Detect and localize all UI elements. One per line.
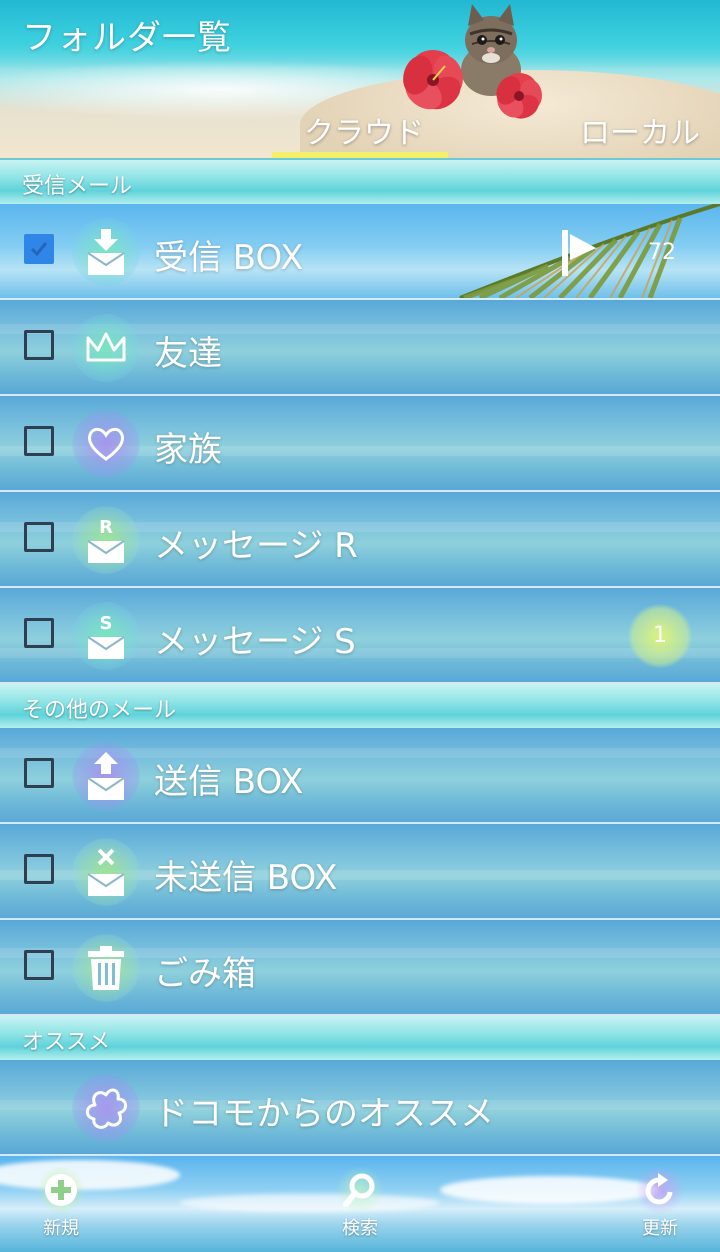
inbox-download-icon bbox=[72, 218, 140, 286]
folder-checkbox[interactable] bbox=[24, 522, 54, 552]
refresh-button-label: 更新 bbox=[642, 1218, 678, 1239]
unread-badge-count: 1 bbox=[653, 623, 667, 648]
folder-row-friends[interactable]: 友達 bbox=[0, 300, 720, 396]
tab-selected-indicator bbox=[272, 152, 448, 158]
folder-row-trash[interactable]: ごみ箱 bbox=[0, 920, 720, 1016]
flag-icon[interactable] bbox=[558, 228, 598, 278]
folder-label: 友達 bbox=[154, 334, 222, 374]
section-title: その他のメール bbox=[22, 698, 177, 723]
section-title: 受信メール bbox=[22, 174, 133, 199]
folder-checkbox[interactable] bbox=[24, 234, 54, 264]
bottom-toolbar: 新規 検索 更新 bbox=[0, 1156, 720, 1252]
svg-text:R: R bbox=[99, 517, 113, 538]
outbox-upload-icon bbox=[72, 742, 140, 810]
folder-label: 受信 BOX bbox=[154, 238, 304, 278]
refresh-icon bbox=[636, 1166, 684, 1214]
search-button[interactable]: 検索 bbox=[325, 1166, 395, 1250]
heart-icon bbox=[72, 410, 140, 478]
section-header-other: その他のメール bbox=[0, 684, 720, 728]
tab-cloud[interactable]: クラウド bbox=[304, 108, 424, 152]
folder-label: メッセージ S bbox=[154, 622, 356, 662]
unsent-x-icon bbox=[72, 838, 140, 906]
folder-row-message-r[interactable]: R メッセージ R bbox=[0, 492, 720, 588]
folder-label: 未送信 BOX bbox=[154, 858, 338, 898]
folder-checkbox[interactable] bbox=[24, 618, 54, 648]
folder-row-family[interactable]: 家族 bbox=[0, 396, 720, 492]
tab-local[interactable]: ローカル bbox=[580, 108, 700, 152]
search-icon bbox=[336, 1166, 384, 1214]
folder-label: 送信 BOX bbox=[154, 762, 304, 802]
folder-row-message-s[interactable]: S メッセージ S 1 bbox=[0, 588, 720, 684]
unread-badge: 1 bbox=[628, 604, 692, 668]
folder-label: ドコモからのオススメ bbox=[154, 1094, 494, 1134]
trash-icon bbox=[72, 934, 140, 1002]
svg-text:S: S bbox=[100, 613, 113, 634]
section-title: オススメ bbox=[22, 1030, 111, 1055]
folder-label: ごみ箱 bbox=[154, 954, 256, 994]
folder-row-inbox[interactable]: 受信 BOX 72 bbox=[0, 204, 720, 300]
plus-circle-icon bbox=[37, 1166, 85, 1214]
folder-checkbox[interactable] bbox=[24, 330, 54, 360]
cloud-decoration bbox=[180, 1194, 440, 1212]
page-title: フォルダ一覧 bbox=[22, 18, 232, 58]
new-button-label: 新規 bbox=[43, 1218, 79, 1239]
folder-label: 家族 bbox=[154, 430, 222, 470]
section-header-recommended: オススメ bbox=[0, 1016, 720, 1060]
section-header-inbox: 受信メール bbox=[0, 160, 720, 204]
unread-count: 72 bbox=[648, 240, 676, 265]
crown-icon bbox=[72, 314, 140, 382]
new-button[interactable]: 新規 bbox=[26, 1166, 96, 1250]
folder-checkbox[interactable] bbox=[24, 950, 54, 980]
header: フォルダ一覧 クラウド ローカル bbox=[0, 0, 720, 158]
folder-row-unsent[interactable]: 未送信 BOX bbox=[0, 824, 720, 920]
folder-row-docomo-recommended[interactable]: ドコモからのオススメ bbox=[0, 1060, 720, 1156]
refresh-button[interactable]: 更新 bbox=[625, 1166, 695, 1250]
message-s-icon: S bbox=[72, 602, 140, 670]
folder-checkbox[interactable] bbox=[24, 426, 54, 456]
folder-checkbox[interactable] bbox=[24, 758, 54, 788]
folder-checkbox[interactable] bbox=[24, 854, 54, 884]
folder-label: メッセージ R bbox=[154, 526, 358, 566]
message-r-icon: R bbox=[72, 506, 140, 574]
hibiscus-flower-image bbox=[496, 73, 542, 119]
folder-row-outbox[interactable]: 送信 BOX bbox=[0, 728, 720, 824]
flower-icon bbox=[72, 1074, 140, 1142]
search-button-label: 検索 bbox=[342, 1218, 378, 1239]
